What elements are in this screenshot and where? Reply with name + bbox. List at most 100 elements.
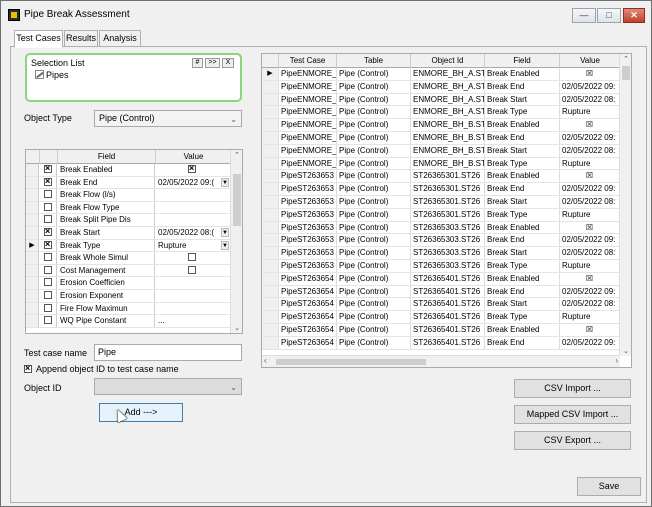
table-cell[interactable]: Pipe (Control)	[337, 285, 411, 298]
field-cell[interactable]: Break Enabled	[485, 221, 560, 234]
value-cell[interactable]: ☒	[560, 170, 620, 183]
object-id-cell[interactable]: ST26365301.ST26	[411, 208, 485, 221]
scroll-down-icon[interactable]: ⌄	[232, 324, 242, 332]
test-case-cell[interactable]: PipeST263653	[279, 196, 337, 208]
results-horizontal-scrollbar[interactable]: ‹ ›	[262, 355, 620, 367]
field-row[interactable]: Break Start02/05/2022 08:(▼	[26, 226, 231, 240]
row-selector[interactable]	[262, 170, 279, 183]
table-cell[interactable]: Pipe (Control)	[337, 336, 411, 349]
object-id-cell[interactable]: ST26365303.ST26	[411, 234, 485, 247]
field-cell[interactable]: Break Enabled	[485, 119, 560, 131]
object-id-cell[interactable]: ST26365301.ST26	[411, 196, 485, 208]
object-id-cell[interactable]: ST26365301.ST26	[411, 170, 485, 183]
chevron-down-icon[interactable]: ▼	[221, 228, 229, 237]
object-id-cell[interactable]: ST26365401.ST26	[411, 311, 485, 323]
test-case-cell[interactable]: PipeST263654	[279, 298, 337, 311]
field-row[interactable]: Break Whole Simul	[26, 252, 231, 265]
table-column-header[interactable]: Table	[337, 54, 411, 68]
row-selector[interactable]	[26, 176, 39, 189]
value-cell[interactable]: ☒	[560, 68, 620, 80]
field-include-checkbox[interactable]	[44, 291, 52, 299]
table-row[interactable]: PipeST263653 Pipe (Control) ST26365303.ST2…	[262, 221, 620, 235]
field-column-header[interactable]: Field	[58, 150, 156, 164]
table-row[interactable]: PipeENMORE_ Pipe (Control) ENMORE_BH_B.ST2…	[262, 157, 620, 171]
field-row[interactable]: WQ Pipe Constant...	[26, 315, 231, 328]
table-cell[interactable]: Pipe (Control)	[337, 196, 411, 208]
table-cell[interactable]: Pipe (Control)	[337, 170, 411, 183]
row-selector[interactable]	[262, 247, 279, 259]
selection-list-add-all-button[interactable]: >>	[205, 58, 220, 68]
object-id-cell[interactable]: ENMORE_BH_B.ST2	[411, 119, 485, 131]
field-include-cell[interactable]	[40, 163, 57, 176]
value-cell[interactable]: 02/05/2022 09:	[560, 132, 620, 144]
field-cell[interactable]: Break Start	[485, 196, 560, 208]
value-cell[interactable]: Rupture	[560, 157, 620, 170]
field-value[interactable]	[156, 189, 231, 201]
object-id-cell[interactable]: ENMORE_BH_A.ST2	[411, 68, 485, 80]
test-case-cell[interactable]: PipeENMORE_	[279, 80, 337, 93]
object-id-cell[interactable]: ST26365401.ST26	[411, 324, 485, 336]
field-include-cell[interactable]	[40, 226, 57, 239]
minimize-button[interactable]: —	[572, 8, 596, 23]
test-case-cell[interactable]: PipeST263654	[279, 336, 337, 349]
value-cell[interactable]: ☒	[560, 324, 620, 336]
table-row[interactable]: PipeENMORE_ Pipe (Control) ENMORE_BH_A.ST2…	[262, 80, 620, 94]
field-row[interactable]: Break Flow Type	[26, 201, 231, 215]
object-id-cell[interactable]: ENMORE_BH_B.ST2	[411, 157, 485, 170]
field-include-checkbox[interactable]	[44, 316, 52, 325]
field-cell[interactable]: Break Start	[485, 298, 560, 311]
table-cell[interactable]: Pipe (Control)	[337, 80, 411, 93]
value-cell[interactable]: 02/05/2022 09:	[560, 336, 620, 349]
row-selector[interactable]	[26, 189, 39, 201]
row-selector[interactable]	[26, 252, 39, 264]
value-cell[interactable]: 02/05/2022 09:	[560, 234, 620, 247]
object-id-cell[interactable]: ST26365303.ST26	[411, 247, 485, 259]
field-include-cell[interactable]	[40, 290, 57, 302]
field-cell[interactable]: Break End	[485, 80, 560, 93]
row-selector[interactable]	[26, 290, 39, 302]
test-case-cell[interactable]: PipeST263654	[279, 324, 337, 336]
test-case-cell[interactable]: PipeENMORE_	[279, 68, 337, 80]
object-id-cell[interactable]: ENMORE_BH_B.ST2	[411, 144, 485, 157]
field-value[interactable]: 02/05/2022 09:(▼	[156, 177, 231, 189]
value-checkbox[interactable]	[188, 265, 196, 274]
table-cell[interactable]: Pipe (Control)	[337, 157, 411, 170]
field-include-checkbox[interactable]	[44, 176, 52, 186]
value-column-header[interactable]: Value	[156, 150, 231, 164]
field-row[interactable]: Break Flow (l/s)	[26, 189, 231, 202]
field-cell[interactable]: Break End	[485, 183, 560, 195]
field-include-checkbox[interactable]	[44, 215, 52, 224]
table-cell[interactable]: Pipe (Control)	[337, 298, 411, 311]
field-include-checkbox[interactable]	[44, 239, 52, 249]
object-id-cell[interactable]: ST26365401.ST26	[411, 298, 485, 311]
scroll-up-icon[interactable]: ⌃	[232, 151, 242, 159]
row-selector[interactable]	[262, 311, 279, 323]
field-value[interactable]	[156, 214, 231, 226]
csv-import-button[interactable]: CSV Import ...	[514, 379, 631, 398]
row-selector[interactable]	[26, 315, 39, 327]
field-include-checkbox[interactable]	[44, 163, 52, 173]
object-type-select[interactable]: Pipe (Control) ⌄	[94, 110, 242, 127]
value-cell[interactable]: Rupture	[560, 208, 620, 221]
selection-item-pipes[interactable]: Pipes	[35, 70, 69, 80]
row-selector[interactable]	[262, 260, 279, 272]
value-cell[interactable]: 02/05/2022 09:	[560, 80, 620, 93]
value-cell[interactable]: ☒	[560, 119, 620, 131]
table-cell[interactable]: Pipe (Control)	[337, 106, 411, 119]
field-include-checkbox[interactable]	[44, 303, 52, 312]
object-id-cell[interactable]: ST26365303.ST26	[411, 221, 485, 234]
table-row[interactable]: PipeST263654 Pipe (Control) ST26365401.ST2…	[262, 285, 620, 299]
field-include-checkbox[interactable]	[44, 190, 52, 199]
table-row[interactable]: PipeENMORE_ Pipe (Control) ENMORE_BH_A.ST2…	[262, 106, 620, 120]
table-cell[interactable]: Pipe (Control)	[337, 68, 411, 80]
field-cell[interactable]: Break Enabled	[485, 170, 560, 183]
row-selector[interactable]	[26, 277, 39, 289]
field-row[interactable]: ▶ Break TypeRupture ▼	[26, 239, 231, 253]
field-row[interactable]: Fire Flow Maximun	[26, 302, 231, 316]
test-case-cell[interactable]: PipeST263653	[279, 260, 337, 272]
field-cell[interactable]: Break Type	[485, 311, 560, 323]
scroll-right-icon[interactable]: ›	[615, 356, 618, 365]
row-selector[interactable]	[26, 264, 39, 277]
test-case-cell[interactable]: PipeST263653	[279, 208, 337, 221]
selection-list-clear-button[interactable]: X	[222, 58, 234, 68]
